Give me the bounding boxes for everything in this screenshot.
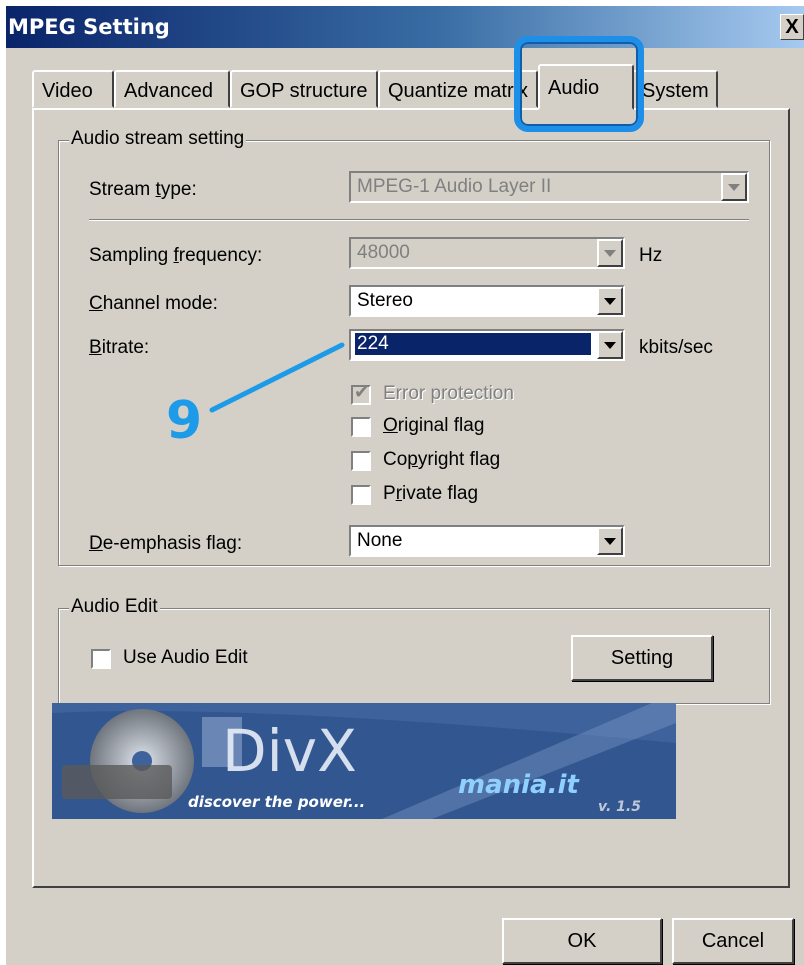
cancel-button[interactable]: Cancel [672,918,794,964]
annotation-number: 9 [166,391,203,451]
annotation-pointer-line [209,342,345,413]
ok-button[interactable]: OK [502,918,662,964]
mpeg-setting-dialog: MPEG Setting X Video Advanced GOP struct… [6,6,804,965]
annotation-overlay [209,342,345,413]
audio-tab-highlight-ring [514,36,644,132]
